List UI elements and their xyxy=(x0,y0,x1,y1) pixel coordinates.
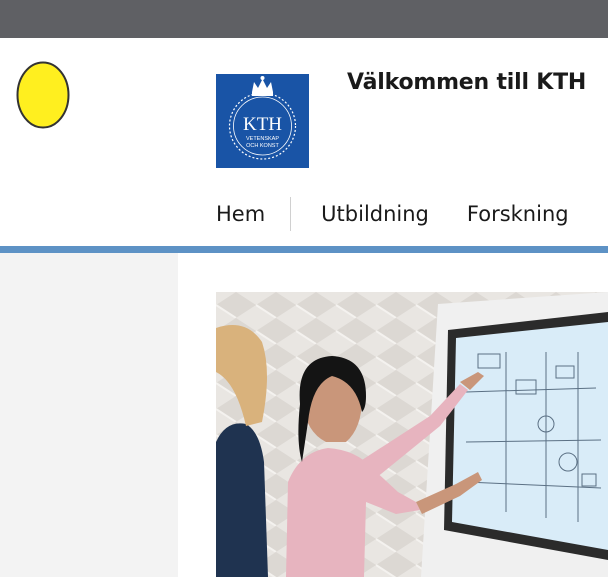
logo-line1: VETENSKAP xyxy=(246,136,279,142)
sidebar xyxy=(0,253,178,577)
logo-main-text: KTH xyxy=(243,114,282,135)
main-navigation: Hem Utbildning Forskning xyxy=(216,196,569,232)
kth-logo[interactable]: KTH VETENSKAP OCH KONST xyxy=(216,74,309,168)
logo-line2: OCH KONST xyxy=(246,143,279,149)
page-title: Välkommen till KTH xyxy=(347,70,587,95)
browser-top-bar xyxy=(0,0,608,38)
accent-divider xyxy=(0,246,608,253)
nav-item-forskning[interactable]: Forskning xyxy=(467,202,569,226)
hero-image xyxy=(216,292,608,577)
yellow-egg-icon xyxy=(16,59,70,129)
nav-item-utbildning[interactable]: Utbildning xyxy=(321,202,429,226)
nav-separator xyxy=(290,197,292,231)
nav-item-hem[interactable]: Hem xyxy=(216,202,265,226)
